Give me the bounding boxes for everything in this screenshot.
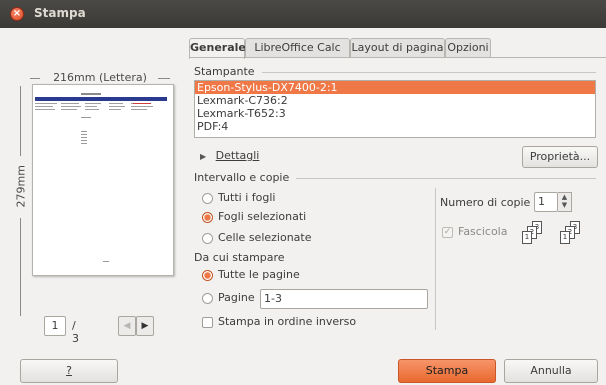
page-width-label: 216mm (Lettera) (53, 71, 147, 84)
page-height-indicator: 279mm (14, 86, 28, 316)
next-page-button[interactable]: ▶ (136, 316, 154, 336)
range-section-divider (296, 178, 596, 179)
tab-libreoffice-calc[interactable]: LibreOffice Calc (245, 38, 350, 58)
details-label: Dettagli (215, 149, 260, 162)
radio-all-sheets-label: Tutti i fogli (218, 191, 276, 204)
dialog-footer: ? Stampa Annulla (0, 353, 606, 385)
print-button-label: Stampa (425, 364, 469, 377)
page-number-input[interactable]: 1 (44, 316, 66, 336)
collate-label: Fascicola (458, 225, 508, 238)
printer-item[interactable]: PDF:4 (195, 120, 595, 133)
expander-triangle-icon: ▶ (200, 152, 207, 161)
printer-section-label: Stampante (194, 65, 255, 78)
printer-list[interactable]: Epson-Stylus-DX7400-2:1 Lexmark-C736:2 L… (194, 80, 596, 138)
radio-selected-sheets[interactable] (202, 212, 213, 223)
printer-item[interactable]: Lexmark-T652:3 (195, 107, 595, 120)
cancel-button[interactable]: Annulla (504, 359, 598, 383)
radio-selected-sheets-label: Fogli selezionati (218, 210, 307, 223)
height-line-top (20, 86, 21, 156)
page-total-label: / 3 (72, 319, 79, 345)
tab-generale[interactable]: Generale (189, 38, 246, 59)
copies-input[interactable]: 1 (534, 192, 558, 212)
range-copies-separator (435, 188, 436, 330)
radio-all-sheets[interactable] (202, 193, 213, 204)
title-bar: × Stampa (0, 0, 606, 28)
print-button[interactable]: Stampa (398, 359, 496, 383)
preview-list-marks (81, 131, 87, 144)
page-width-indicator: 216mm (Lettera) (30, 71, 170, 84)
tab-opzioni[interactable]: Opzioni (445, 38, 491, 58)
width-line-right (158, 78, 170, 79)
printer-section-divider (262, 72, 596, 73)
cancel-button-label: Annulla (530, 364, 572, 377)
radio-selected-cells[interactable] (202, 233, 213, 244)
radio-selected-cells-label: Celle selezionate (218, 231, 312, 244)
preview-red-mark (133, 103, 151, 104)
preview-footer-mark (103, 261, 109, 262)
print-dialog: × Stampa 216mm (Lettera) 279mm 1 / 3 ◀ ▶… (0, 0, 606, 385)
preview-title-mark (81, 93, 101, 95)
printer-item[interactable]: Epson-Stylus-DX7400-2:1 (195, 81, 595, 94)
preview-note-mark (81, 117, 91, 118)
pages-range-input[interactable]: 1-3 (260, 289, 428, 309)
properties-button[interactable]: Proprietà... (522, 146, 598, 168)
radio-all-pages[interactable] (202, 270, 213, 281)
reverse-order-checkbox[interactable] (202, 317, 213, 328)
help-button-label: ? (66, 364, 72, 377)
printer-item[interactable]: Lexmark-C736:2 (195, 94, 595, 107)
help-button[interactable]: ? (20, 359, 118, 383)
page-preview (32, 84, 174, 276)
details-expander[interactable]: ▶ Dettagli (200, 149, 259, 162)
print-from-label: Da cui stampare (194, 251, 285, 264)
copies-spinner[interactable]: ▲ ▼ (558, 192, 572, 212)
window-title: Stampa (34, 6, 86, 20)
page-preview-content (35, 93, 167, 262)
radio-pages-label: Pagine (218, 291, 255, 304)
radio-pages[interactable] (202, 293, 213, 304)
reverse-order-label: Stampa in ordine inverso (218, 315, 357, 328)
preview-table-header (35, 97, 167, 101)
range-section-label: Intervallo e copie (194, 171, 290, 184)
preview-table-rows (35, 103, 153, 110)
page-height-label: 279mm (14, 165, 28, 208)
previous-page-button[interactable]: ◀ (118, 316, 136, 336)
close-icon[interactable]: × (10, 7, 24, 21)
radio-all-pages-label: Tutte le pagine (218, 268, 300, 281)
tab-layout-di-pagina[interactable]: Layout di pagina (350, 38, 445, 58)
height-line-bottom (20, 218, 21, 316)
copies-label: Numero di copie (440, 196, 531, 209)
collate-checkbox[interactable]: ✓ (442, 227, 453, 238)
